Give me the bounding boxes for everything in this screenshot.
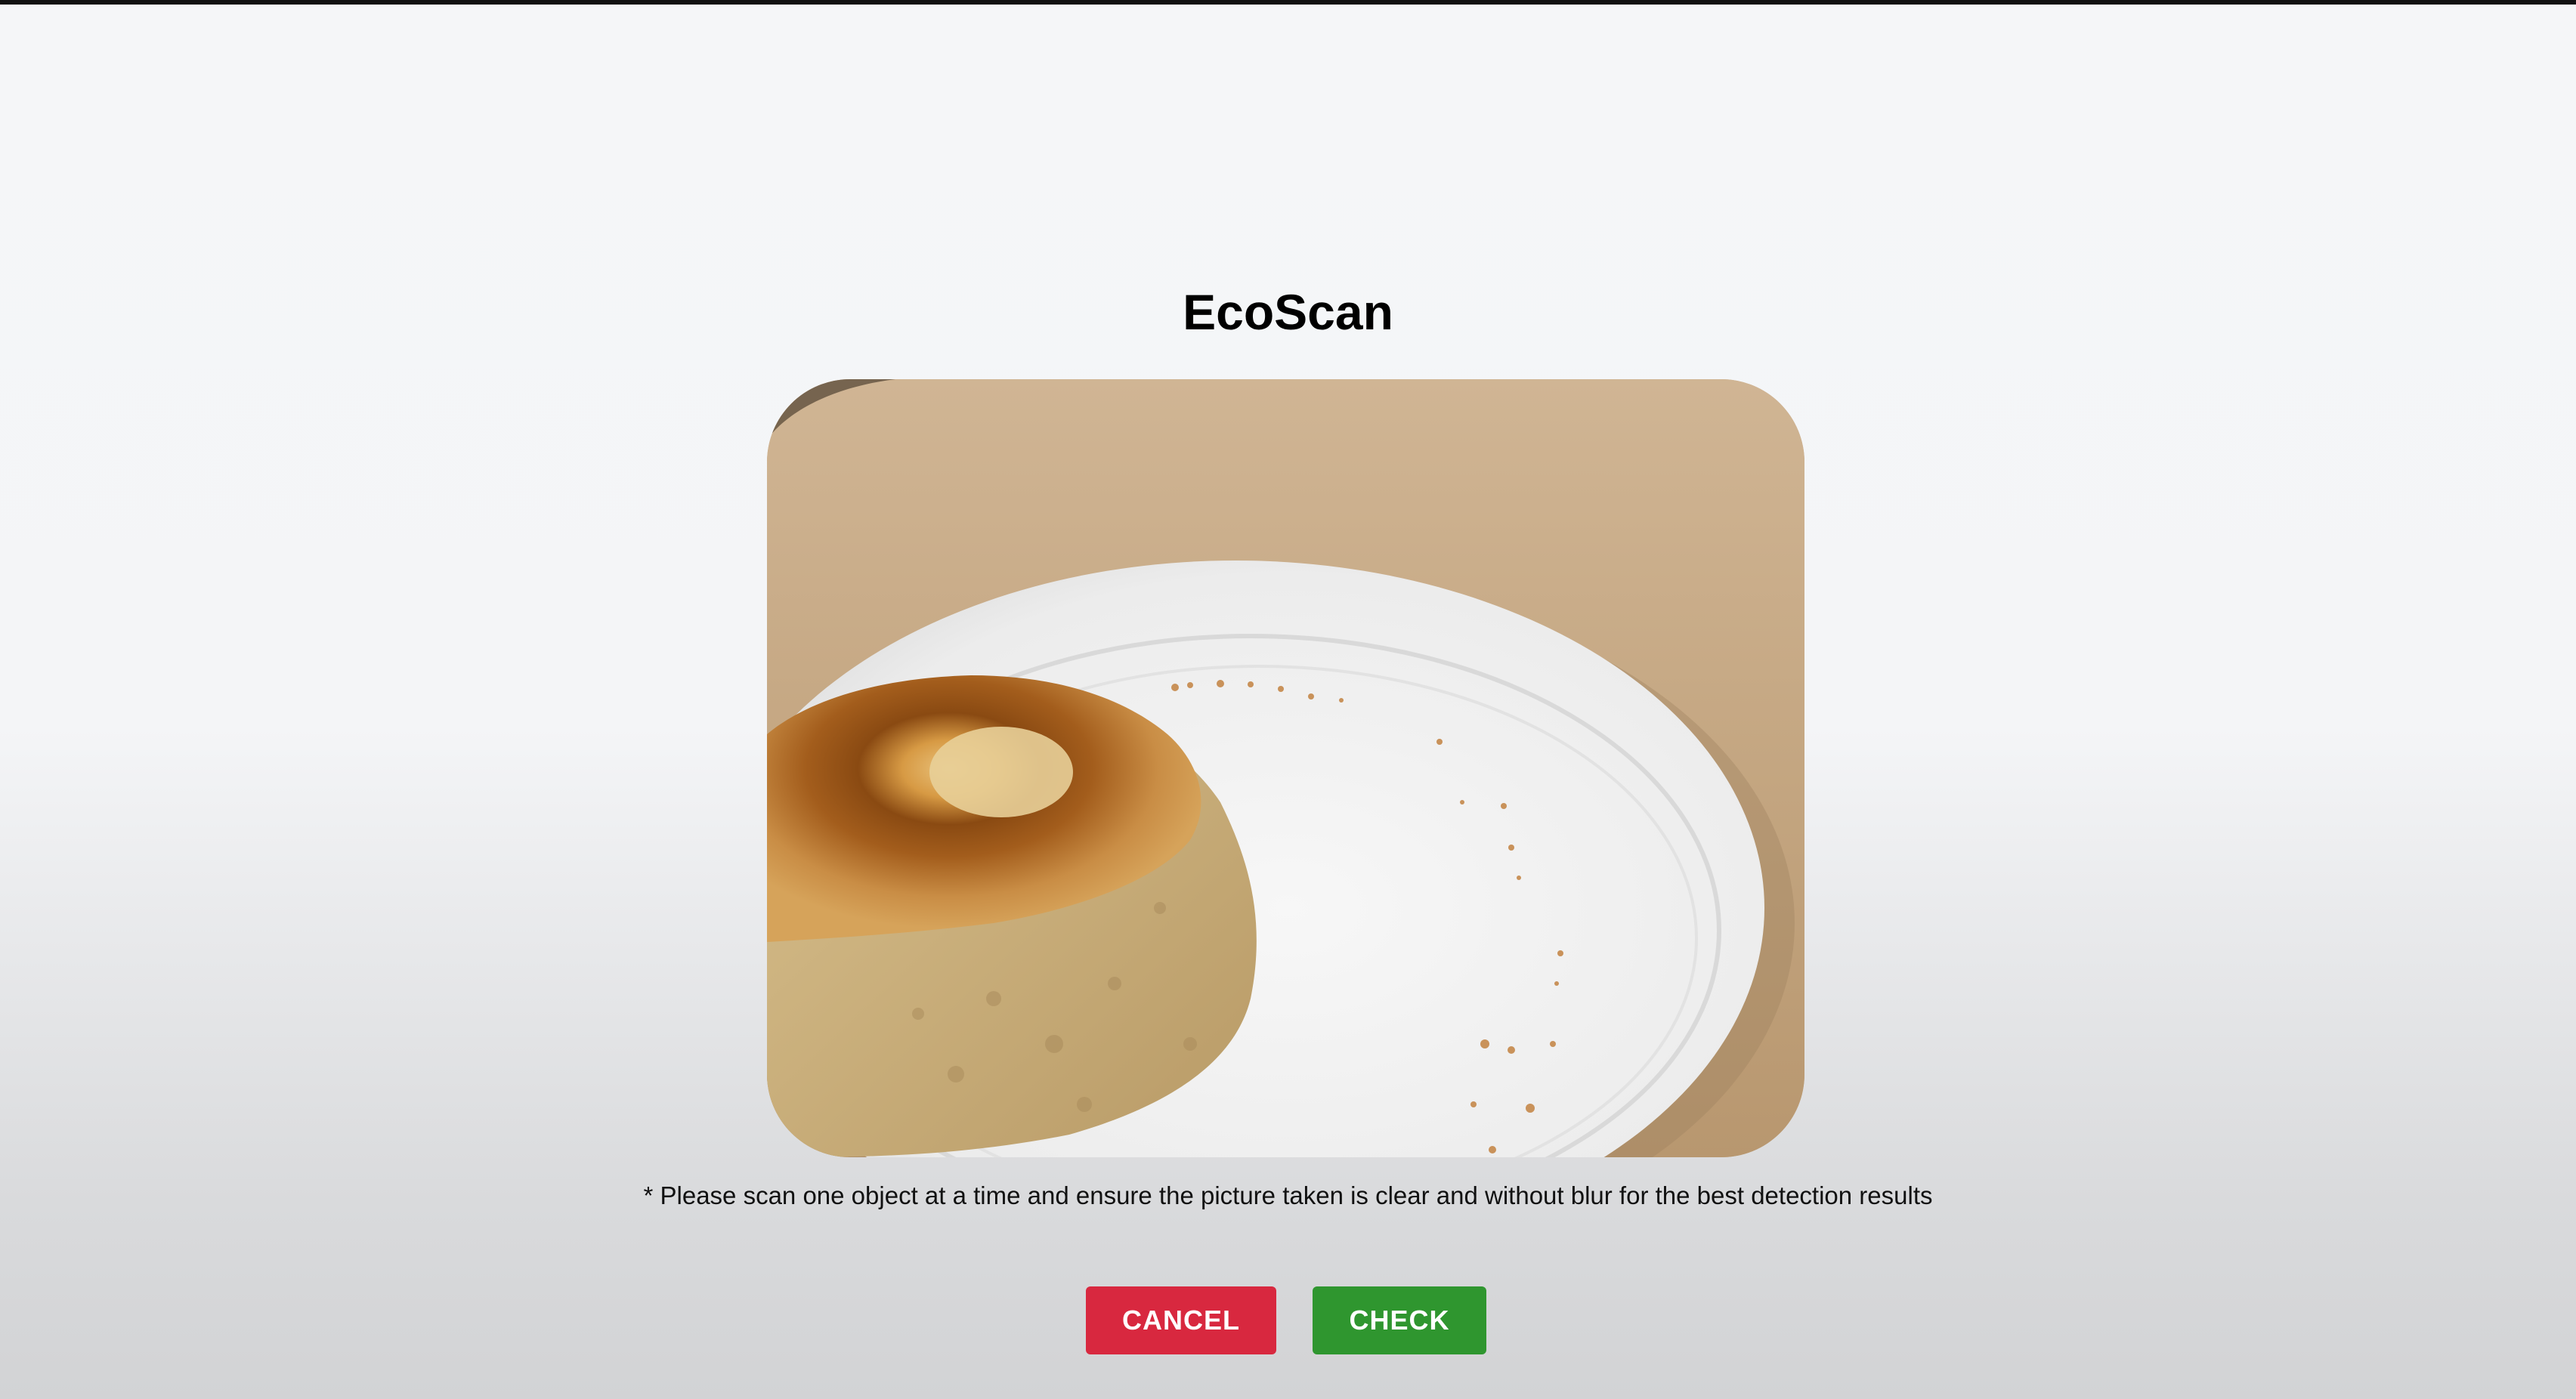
cancel-button[interactable]: CANCEL — [1086, 1286, 1276, 1354]
check-button[interactable]: CHECK — [1313, 1286, 1486, 1354]
page-title: EcoScan — [1183, 284, 1393, 340]
scan-instructions: * Please scan one object at a time and e… — [643, 1181, 1933, 1209]
window-top-edge — [0, 0, 2576, 5]
captured-photo — [767, 379, 1804, 1157]
camera-preview — [767, 379, 1804, 1157]
